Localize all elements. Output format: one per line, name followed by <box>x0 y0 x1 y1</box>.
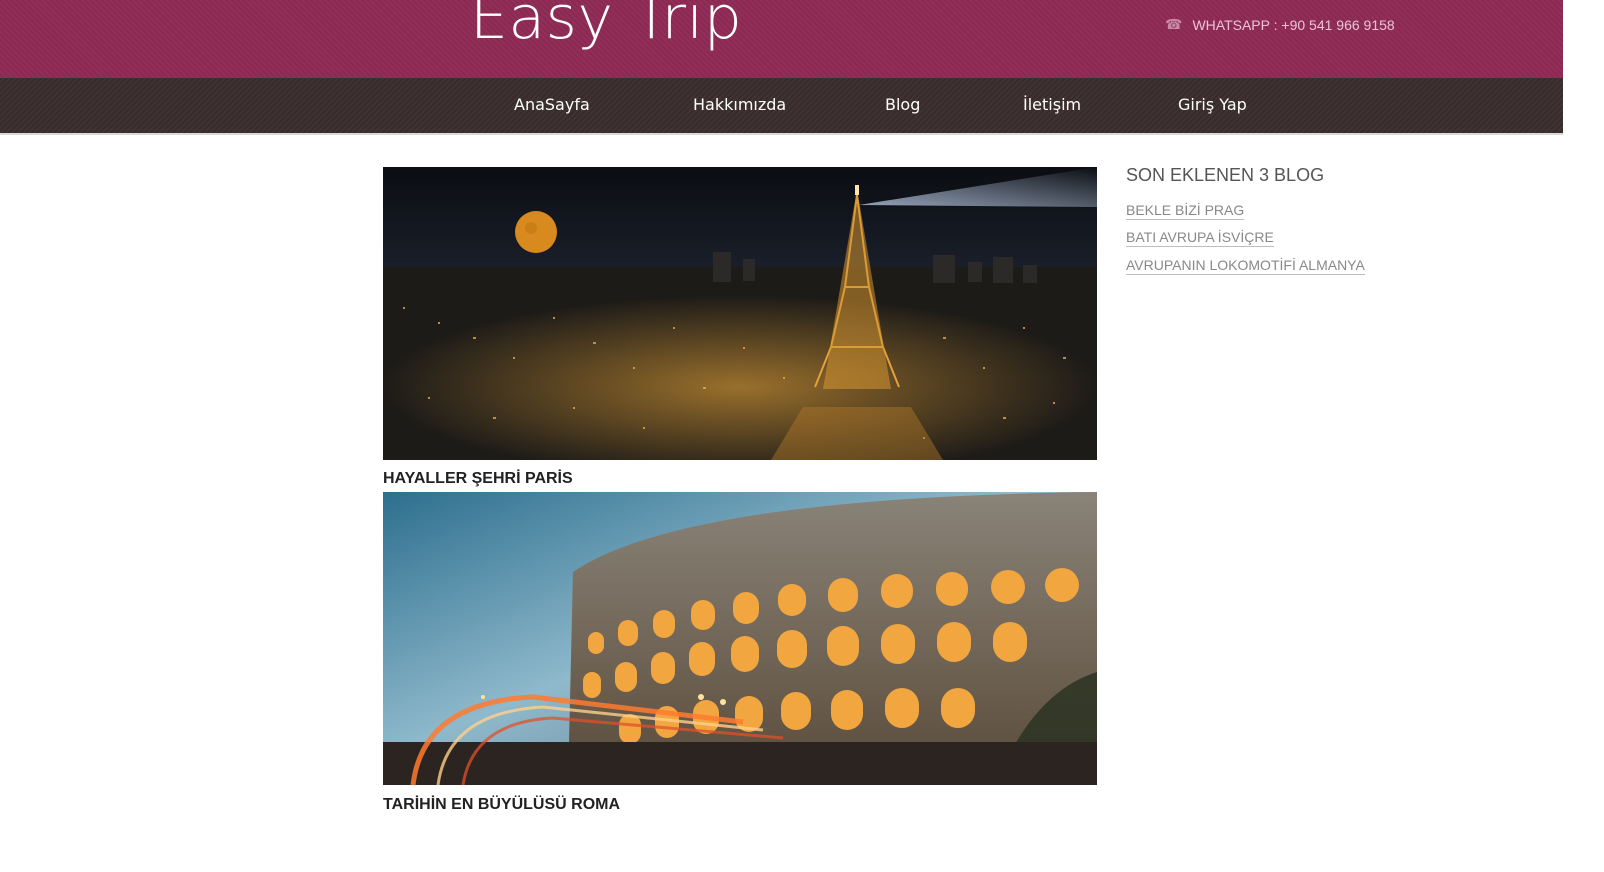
rome-colosseum-illustration <box>383 492 1097 785</box>
post-title-paris[interactable]: HAYALLER ŞEHRİ PARİS <box>383 470 573 488</box>
sidebar-link-switzerland[interactable]: BATI AVRUPA İSVİÇRE <box>1126 229 1274 247</box>
sidebar-link-prague[interactable]: BEKLE BİZİ PRAG <box>1126 202 1245 220</box>
nav-item-blog[interactable]: Blog <box>885 95 920 114</box>
nav-item-contact[interactable]: İletişim <box>1023 95 1081 114</box>
phone-icon: ☎ <box>1165 16 1183 32</box>
sidebar-link-germany[interactable]: AVRUPANIN LOKOMOTİFİ ALMANYA <box>1126 257 1365 275</box>
whatsapp-text: WHATSAPP : +90 541 966 9158 <box>1192 16 1395 33</box>
nav-item-home[interactable]: AnaSayfa <box>514 95 590 114</box>
nav-item-about[interactable]: Hakkımızda <box>693 95 786 114</box>
post-image-paris[interactable] <box>383 167 1097 460</box>
post-image-rome[interactable] <box>383 492 1097 785</box>
site-logo[interactable]: Easy Trip <box>470 0 742 58</box>
post-title-rome[interactable]: TARİHİN EN BÜYÜLÜSÜ ROMA <box>383 796 620 814</box>
contact-info: ☎ WHATSAPP : +90 541 966 9158 <box>1165 16 1395 33</box>
nav-item-login[interactable]: Giriş Yap <box>1178 95 1247 114</box>
main-navigation: AnaSayfa Hakkımızda Blog İletişim Giriş … <box>0 78 1563 135</box>
site-header: Easy Trip ☎ WHATSAPP : +90 541 966 9158 <box>0 0 1563 78</box>
paris-night-illustration <box>383 167 1097 460</box>
sidebar-title: SON EKLENEN 3 BLOG <box>1126 165 1325 185</box>
window-edge <box>1563 0 1604 872</box>
